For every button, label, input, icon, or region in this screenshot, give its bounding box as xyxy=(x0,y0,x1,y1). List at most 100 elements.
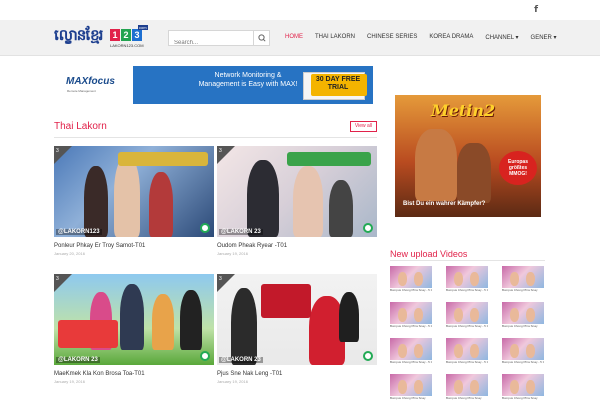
logo-digit-1: 1 xyxy=(110,29,120,41)
thumbnail-title-art xyxy=(58,320,118,348)
video-thumb xyxy=(390,338,432,360)
video-card[interactable]: 3 @LAKORN 23 Oudom Pheak Ryear -T01 Janu… xyxy=(217,146,377,256)
video-thumbnail[interactable]: 3 @LAKORN123 xyxy=(54,146,214,237)
thumbnail-title-art xyxy=(261,284,311,318)
video-thumb-item[interactable]: Bompus Chong Phra Snay - 5 06 xyxy=(446,266,488,296)
video-thumb xyxy=(390,266,432,288)
video-card[interactable]: 3 @LAKORN123 Ponleur Phkay Er Troy Samot… xyxy=(54,146,214,256)
thumbnail-watermark: @LAKORN 23 xyxy=(219,357,263,363)
nav-chinese-series[interactable]: CHINESE SERIES xyxy=(367,34,417,41)
ad-brand-panel: MAXfocus Remote Management xyxy=(58,66,133,104)
video-thumb-item[interactable]: Bompus Chong Phra Snay xyxy=(502,266,544,296)
video-thumb-item[interactable]: Bompus Chong Phra Snay - 5 06 xyxy=(390,338,432,368)
thumbnail-watermark: @LAKORN123 xyxy=(56,229,102,235)
channel-badge-text: 3 xyxy=(56,148,59,154)
section-title: Thai Lakorn xyxy=(54,121,107,132)
video-thumb-title[interactable]: Bompus Chong Phra Snay xyxy=(502,289,544,292)
nav-thai-lakorn[interactable]: THAI LAKORN xyxy=(315,34,355,41)
ad-brand-sub: Remote Management xyxy=(67,89,96,93)
video-thumb-title[interactable]: Bompus Chong Phra Snay - 5 06 End xyxy=(390,289,432,292)
thumbnail-figure xyxy=(180,290,202,350)
thumbnail-watermark: @LAKORN 23 xyxy=(219,229,263,235)
ad-burst-text: Europas größtes MMOG! xyxy=(507,159,528,177)
nav-gener[interactable]: GENER ▾ xyxy=(531,34,557,41)
ad-cta-text: 30 DAY FREE TRIAL xyxy=(315,76,361,91)
nav-home[interactable]: HOME xyxy=(285,34,303,41)
logo-subtext: LAKORN123.COM xyxy=(110,43,144,48)
card-date: January 19, 2016 xyxy=(217,379,248,384)
card-title[interactable]: Pjus Sne Nak Leng -T01 xyxy=(217,371,377,377)
view-all-button[interactable]: View all xyxy=(350,121,377,132)
video-thumbnail[interactable]: 3 @LAKORN 23 xyxy=(217,274,377,365)
search-button[interactable] xyxy=(253,31,269,45)
logo-badge: com xyxy=(138,25,148,30)
channel-badge-text: 3 xyxy=(219,276,222,282)
video-thumb xyxy=(502,338,544,360)
ad-message: Network Monitoring & Management is Easy … xyxy=(198,72,298,88)
site-logo[interactable]: ល្ខោនខ្មែរ 1 2 3 com LAKORN123.COM xyxy=(54,25,154,51)
ad-warrior-figure xyxy=(415,129,457,201)
video-thumb-item[interactable]: Bompus Chong Phra Snay - 5 06 xyxy=(390,302,432,332)
new-upload-divider xyxy=(390,260,545,261)
sidebar-ad[interactable]: Metin2 Europas größtes MMOG! Bist Du ein… xyxy=(395,95,541,217)
video-thumb-title[interactable]: Bompus Chong Phra Snay - 5 06 xyxy=(502,361,544,364)
ad-game-title: Metin2 xyxy=(431,101,496,120)
new-upload-title: New upload Videos xyxy=(390,249,468,259)
channel-badge-text: 3 xyxy=(219,148,222,154)
video-thumb-item[interactable]: Bompus Chong Phra Snay - 5 06 End xyxy=(390,266,432,296)
video-thumb-title[interactable]: Bompus Chong Phra Snay - 5 06 xyxy=(390,325,432,328)
thumbnail-figure xyxy=(247,160,279,237)
site-header: ល្ខោនខ្មែរ 1 2 3 com LAKORN123.COM HOME … xyxy=(0,20,600,56)
video-thumb xyxy=(502,302,544,324)
video-thumb-title[interactable]: Bompus Chong Phra Snay xyxy=(502,325,544,328)
video-thumb xyxy=(446,302,488,324)
video-thumbnail[interactable]: 3 @LAKORN 23 xyxy=(54,274,214,365)
video-thumb-title[interactable]: Bompus Chong Phra Snay - 5 06 xyxy=(446,289,488,292)
top-bar: f xyxy=(0,0,600,20)
video-thumb-item[interactable]: Bompus Chong Phra Snay - 5 06 xyxy=(446,302,488,332)
nav-korea-drama[interactable]: KOREA DRAMA xyxy=(429,34,473,41)
logo-digit-3: 3 xyxy=(132,29,142,41)
thumbnail-figure xyxy=(339,292,359,342)
card-title[interactable]: Ponleur Phkay Er Troy Samot-T01 xyxy=(54,243,214,249)
card-date: January 19, 2016 xyxy=(217,251,248,256)
video-thumb xyxy=(446,266,488,288)
video-thumb-title[interactable]: Bompus Chong Phra Snay - 5 06 xyxy=(446,325,488,328)
search-input[interactable] xyxy=(169,36,251,50)
thumbnail-figure xyxy=(293,166,323,237)
card-date: January 20, 2016 xyxy=(54,251,85,256)
ad-cta[interactable]: 30 DAY FREE TRIAL xyxy=(311,74,367,96)
ad-brand: MAXfocus xyxy=(66,76,115,87)
video-thumb xyxy=(390,302,432,324)
channel-badge-text: 3 xyxy=(56,276,59,282)
video-thumb-title[interactable]: Bompus Chong Phra Snay - 5 06 xyxy=(446,361,488,364)
card-date: January 19, 2016 xyxy=(54,379,85,384)
thumbnail-figure xyxy=(231,288,257,365)
video-thumb xyxy=(446,374,488,396)
main-nav: HOME THAI LAKORN CHINESE SERIES KOREA DR… xyxy=(285,34,569,41)
video-card[interactable]: 3 @LAKORN 23 MaeKmek Kla Kon Brosa Toa-T… xyxy=(54,274,214,384)
video-thumb xyxy=(390,374,432,396)
video-card[interactable]: 3 @LAKORN 23 Pjus Sne Nak Leng -T01 Janu… xyxy=(217,274,377,384)
banner-ad[interactable]: MAXfocus Remote Management Network Monit… xyxy=(58,66,373,104)
facebook-icon[interactable]: f xyxy=(534,5,538,15)
channel-logo-icon xyxy=(363,223,373,233)
ad-burst-badge: Europas größtes MMOG! xyxy=(499,151,537,185)
thumbnail-figure xyxy=(329,180,353,237)
channel-logo-icon xyxy=(200,223,210,233)
video-thumb-item[interactable]: Bompus Chong Phra Snay - 5 06 xyxy=(502,338,544,368)
thumbnail-figure xyxy=(114,156,140,237)
video-thumbnail[interactable]: 3 @LAKORN 23 xyxy=(217,146,377,237)
search-box xyxy=(168,30,270,50)
video-thumb xyxy=(502,374,544,396)
logo-khmer-text: ល្ខោនខ្មែរ xyxy=(54,26,103,44)
nav-channel[interactable]: CHANNEL ▾ xyxy=(485,34,518,41)
logo-digits: 1 2 3 xyxy=(110,29,142,41)
video-thumb-item[interactable]: Bompus Chong Phra Snay - 5 06 xyxy=(446,338,488,368)
thumbnail-title-art xyxy=(118,152,208,166)
video-thumb-title[interactable]: Bompus Chong Phra Snay - 5 06 xyxy=(390,361,432,364)
video-thumb-item[interactable]: Bompus Chong Phra Snay xyxy=(502,302,544,332)
card-title[interactable]: Oudom Pheak Ryear -T01 xyxy=(217,243,377,249)
card-title[interactable]: MaeKmek Kla Kon Brosa Toa-T01 xyxy=(54,371,214,377)
section-divider xyxy=(54,137,377,138)
